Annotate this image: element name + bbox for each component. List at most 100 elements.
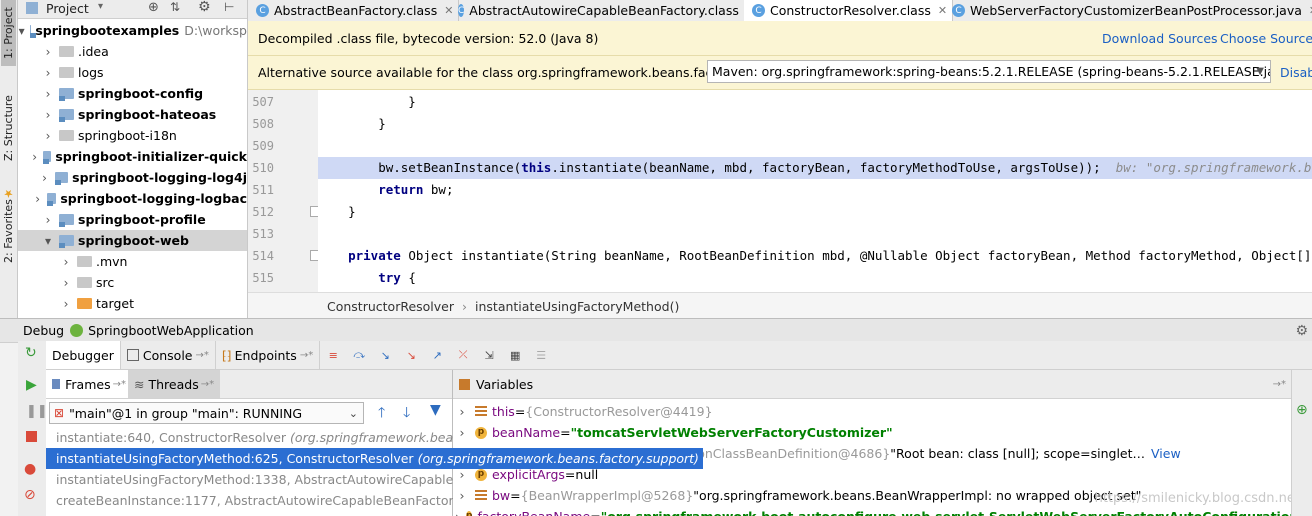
view-breakpoints-icon[interactable]: ● [24,461,36,477]
tree-item[interactable]: › springboot-profile [18,209,247,230]
variable-equals: = [514,404,526,419]
stack-frame[interactable]: createBeanInstance:1177, AbstractAutowir… [46,490,478,511]
trace-icon[interactable]: ☰ [533,347,549,363]
tab-threads[interactable]: ≋ Threads →* [128,370,221,398]
variable-row[interactable]: › p beanName = "tomcatServletWebServerFact… [453,422,1283,443]
tree-item[interactable]: › springboot-logging-log4j [18,167,247,188]
tree-item[interactable]: › springboot-logging-logbac [18,188,247,209]
project-panel-dropdown-icon[interactable]: ▾ [98,1,103,12]
tab-frames[interactable]: Frames →* [46,370,132,398]
tree-item[interactable]: ▾ springboot-web [18,230,247,251]
code-line: } [318,91,1312,113]
source-dropdown[interactable]: Maven: org.springframework:spring-beans:… [707,60,1271,83]
tree-item[interactable]: › springboot-hateoas [18,104,247,125]
drop-frame-icon[interactable]: ⤫ [455,347,471,363]
settings-icon[interactable]: ⚙ [1295,323,1308,339]
run-to-cursor-icon[interactable]: ⇲ [481,347,497,363]
up-arrow-icon[interactable]: 🡑 [378,402,385,426]
tree-item[interactable]: › target [18,293,247,314]
chevron-right-icon[interactable]: › [455,485,469,506]
chevron-right-icon[interactable]: › [42,213,54,227]
variable-type: {BeanWrapperImpl@5268} [520,488,694,503]
breadcrumb-method[interactable]: instantiateUsingFactoryMethod() [475,299,679,314]
chevron-right-icon[interactable]: › [60,276,72,290]
chevron-right-icon[interactable]: › [42,108,54,122]
breadcrumb-class[interactable]: ConstructorResolver [327,299,454,314]
tree-item[interactable]: › .mvn [18,251,247,272]
chevron-right-icon[interactable]: › [39,171,50,185]
chevron-right-icon[interactable]: › [455,401,469,422]
mute-breakpoints-icon[interactable]: ⊘ [24,487,36,503]
tree-item[interactable]: ▾ springbootexamples D:\worksp [18,20,247,41]
force-step-into-icon[interactable]: ↘ [403,347,419,363]
module-folder-icon [59,235,74,248]
chevron-right-icon[interactable]: › [31,150,38,164]
step-into-icon[interactable]: ↘ [377,347,393,363]
download-sources-link[interactable]: Download Sources [1102,31,1218,46]
tree-item[interactable]: › logs [18,62,247,83]
chevron-right-icon[interactable]: › [34,192,42,206]
pause-icon[interactable]: ❚❚ [26,404,48,419]
decompiled-banner: Decompiled .class file, bytecode version… [248,21,1312,56]
resume-icon[interactable]: ▶ [26,377,37,393]
rerun-icon[interactable]: ↻ [25,345,37,361]
show-execution-point-icon[interactable]: ≡ [325,347,341,363]
chevron-right-icon[interactable]: › [60,255,72,269]
tab-debugger[interactable]: Debugger [46,341,121,369]
code-editor[interactable]: } } bw.setBeanInstance(this.instantiate(… [318,90,1312,292]
folder-icon [77,256,92,267]
debug-config-name[interactable]: SpringbootWebApplication [88,323,254,338]
collapse-icon[interactable]: ⇅ [170,0,180,14]
code-text: try { [378,270,416,285]
tab-abstract-bean-factory[interactable]: C AbstractBeanFactory.class ✕ [248,0,459,21]
stack-frame[interactable]: instantiateUsingFactoryMethod:625, Const… [46,448,703,469]
tree-item[interactable]: › springboot-config [18,83,247,104]
variable-row[interactable]: › this = {ConstructorResolver@4419} [453,401,1283,422]
code-text: return bw; [378,182,454,197]
tree-item[interactable]: › src [18,272,247,293]
chevron-down-icon[interactable]: ▾ [19,24,25,38]
chevron-right-icon[interactable]: › [455,506,460,516]
evaluate-expression-icon[interactable]: ▦ [507,347,523,363]
tree-item-label: springboot-logging-logbac [60,191,247,206]
chevron-right-icon[interactable]: › [42,87,54,101]
thread-combo[interactable]: ⊠ "main"@1 in group "main": RUNNING ⌄ [49,402,364,424]
disable-link[interactable]: Disab [1280,65,1312,80]
chevron-right-icon[interactable]: › [42,66,54,80]
project-tool-tab[interactable]: 1: Project [1,0,16,66]
stack-frame[interactable]: instantiate:640, ConstructorResolver (org… [46,427,484,448]
down-arrow-icon[interactable]: 🡓 [403,402,410,426]
chevron-right-icon[interactable]: › [60,297,72,311]
gear-icon[interactable]: ⚙ [198,0,211,15]
tab-abstract-autowire-capable-bean-factory[interactable]: C AbstractAutowireCapableBeanFactory.cla… [450,0,755,21]
variable-row[interactable]: › p factoryBeanName = "org.springframework… [453,506,1305,516]
structure-tool-tab[interactable]: Z: Structure [1,88,16,168]
step-over-icon[interactable]: ⤼ [351,347,367,363]
view-link[interactable]: View [1151,443,1181,464]
tab-web-server-factory-customizer[interactable]: C WebServerFactoryCustomizerBeanPostProc… [944,0,1312,21]
tab-console[interactable]: Console →* [121,341,216,369]
chevron-right-icon[interactable]: › [455,422,469,443]
tab-endpoints[interactable]: ⁅⁆ Endpoints →* [216,341,321,369]
filter-icon[interactable]: ▼ [430,402,441,418]
choose-sources-link[interactable]: Choose Sources [1220,31,1312,46]
sync-icon[interactable]: ⊕ [148,0,159,15]
chevron-right-icon[interactable]: › [42,129,54,143]
stop-icon[interactable] [26,431,37,442]
chevron-down-icon[interactable]: ▾ [42,234,54,248]
step-out-icon[interactable]: ↗ [429,347,445,363]
code-text: } [318,94,416,109]
tree-item[interactable]: › springboot-i18n [18,125,247,146]
add-watch-icon[interactable]: ⊕ [1296,402,1308,418]
pin-icon[interactable]: →* [1273,379,1286,390]
hide-icon[interactable]: ⊢ [224,0,234,14]
tab-constructor-resolver[interactable]: C ConstructorResolver.class ✕ [744,0,953,21]
favorites-tool-tab[interactable]: 2: Favorites ★ [1,182,16,268]
stack-frame[interactable]: instantiateUsingFactoryMethod:1338, Abst… [46,469,485,490]
tree-item[interactable]: › springboot-initializer-quick [18,146,247,167]
thread-status-icon: ⊠ [54,406,65,420]
tree-item-label: .mvn [96,254,128,269]
tree-item[interactable]: › .idea [18,41,247,62]
project-panel-title[interactable]: Project [46,1,89,16]
chevron-right-icon[interactable]: › [42,45,54,59]
